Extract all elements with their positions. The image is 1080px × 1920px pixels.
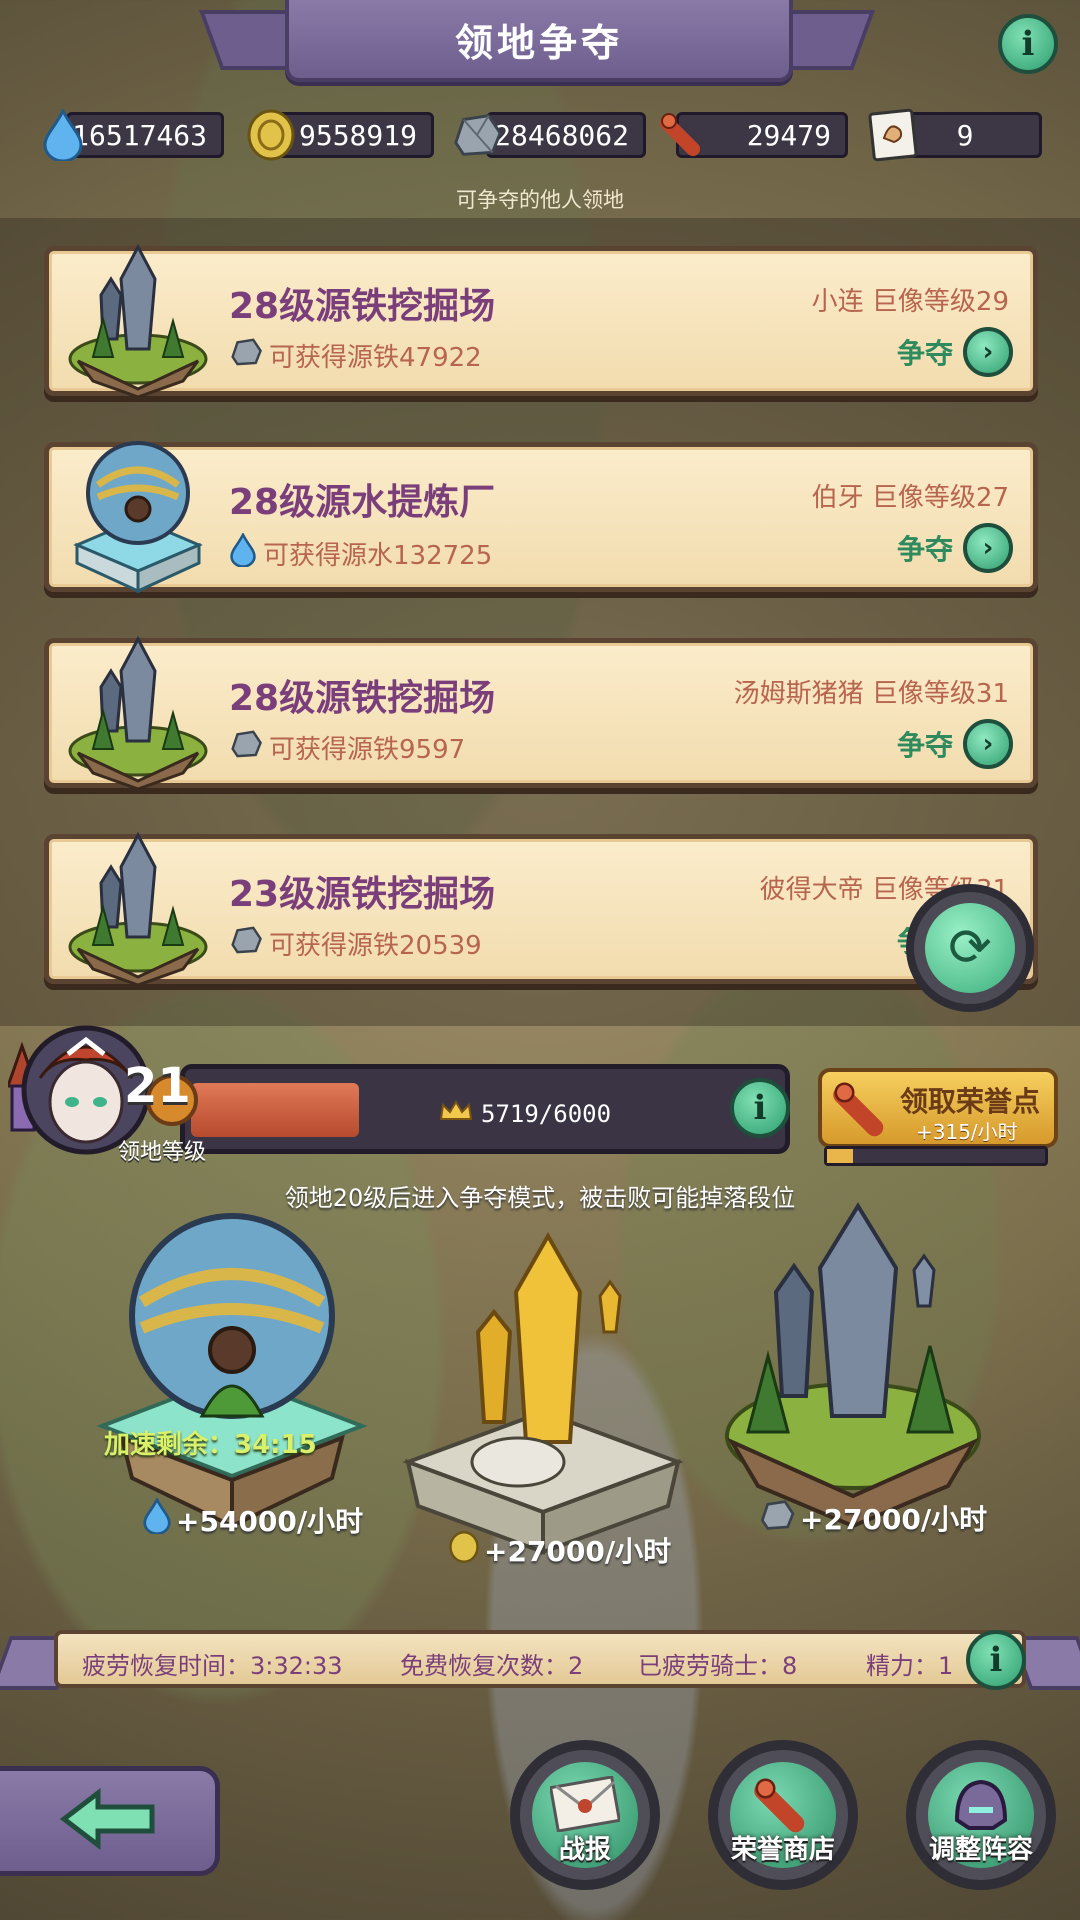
- territory-card[interactable]: 28级源铁挖掘场 可获得源铁9597 汤姆斯猪猪 巨像等级31 争夺 ›: [44, 635, 1038, 791]
- claim-honor-label: 领取荣誉点: [900, 1085, 1041, 1118]
- free-recovery-count: 免费恢复次数：2: [400, 1652, 584, 1680]
- territory-level-number: 21: [124, 1058, 191, 1114]
- territory-title: 28级源铁挖掘场: [229, 678, 496, 719]
- chevron-right-icon[interactable]: ›: [963, 719, 1013, 769]
- water-refinery-icon: [63, 435, 213, 595]
- chevron-right-icon[interactable]: ›: [963, 327, 1013, 377]
- iron-ore-icon: [229, 729, 263, 766]
- iron-ore-icon: [229, 337, 263, 374]
- territory-title: 28级源水提炼厂: [229, 482, 496, 523]
- strength-card-icon: [866, 108, 920, 162]
- water-drop-icon: [142, 1496, 172, 1541]
- iron-ore-icon: [450, 108, 504, 162]
- territory-reward-text: 可获得源水132725: [263, 541, 493, 571]
- territory-reward-text: 可获得源铁47922: [269, 343, 482, 373]
- territory-reward-text: 可获得源铁9597: [269, 735, 466, 765]
- battle-report-button[interactable]: 战报: [510, 1740, 660, 1890]
- territory-reward: 可获得源铁20539: [229, 925, 482, 962]
- fatigue-recovery-time: 疲劳恢复时间：3:32:33: [82, 1652, 343, 1680]
- territory-card[interactable]: 23级源铁挖掘场 可获得源铁20539 彼得大帝 巨像等级31 争夺 ›: [44, 831, 1038, 987]
- iron-mine-icon: [63, 239, 213, 399]
- resource-bar: 16517463 9558919 28468062 29479 9: [0, 108, 1080, 164]
- gold-coin-icon: [244, 108, 298, 162]
- resource-iron-value: 28468062: [486, 112, 646, 158]
- gold-island-rate: +27000/小时: [448, 1530, 671, 1570]
- iron-mine-icon: [63, 631, 213, 791]
- resource-gold-value: 9558919: [276, 112, 434, 158]
- contest-button[interactable]: 争夺 ›: [897, 327, 1013, 377]
- xp-bar-fill: [191, 1083, 359, 1137]
- territory-reward-text: 可获得源铁20539: [269, 931, 482, 961]
- xp-readout: 5719/6000: [439, 1099, 611, 1129]
- iron-rate-text: +27000/小时: [800, 1503, 988, 1536]
- level-info-button[interactable]: i: [730, 1078, 790, 1138]
- territory-title: 28级源铁挖掘场: [229, 286, 496, 327]
- honor-rate: +315/小时: [916, 1120, 1018, 1144]
- adjust-lineup-label: 调整阵容: [928, 1835, 1033, 1865]
- refresh-button[interactable]: ⟳: [906, 884, 1034, 1012]
- territory-level-label: 领地等级: [118, 1140, 207, 1165]
- claim-honor-button[interactable]: 领取荣誉点 +315/小时: [818, 1068, 1058, 1148]
- iron-mine-icon: [63, 827, 213, 987]
- water-rate-text: +54000/小时: [176, 1504, 364, 1538]
- gold-rate-text: +27000/小时: [484, 1535, 672, 1568]
- territory-reward: 可获得源铁47922: [229, 337, 482, 374]
- territory-title: 23级源铁挖掘场: [229, 874, 496, 915]
- back-button[interactable]: [0, 1766, 220, 1876]
- battle-report-label: 战报: [558, 1835, 611, 1865]
- refresh-icon: ⟳: [925, 903, 1015, 993]
- territory-owner: 伯牙 巨像等级27: [811, 483, 1009, 513]
- iron-ore-icon: [758, 1499, 796, 1538]
- territory-reward: 可获得源水132725: [229, 531, 493, 574]
- status-info-button[interactable]: i: [966, 1630, 1026, 1690]
- scroll-icon: [656, 108, 710, 162]
- header-info-button[interactable]: i: [998, 14, 1058, 74]
- contest-button[interactable]: 争夺 ›: [897, 719, 1013, 769]
- honor-shop-button[interactable]: 荣誉商店: [708, 1740, 858, 1890]
- list-subtitle: 可争夺的他人领地: [456, 188, 624, 212]
- iron-island-rate: +27000/小时: [758, 1498, 987, 1538]
- water-drop-icon: [229, 531, 257, 574]
- territory-owner: 小连 巨像等级29: [811, 287, 1009, 317]
- contest-button-label: 争夺: [896, 729, 953, 762]
- xp-text: 5719/6000: [481, 1100, 612, 1128]
- page-title: 领地争夺: [285, 0, 793, 82]
- contest-button-label: 争夺: [896, 533, 953, 566]
- fatigue-status-strip: 疲劳恢复时间：3:32:33 免费恢复次数：2 已疲劳骑士：8 精力：1: [54, 1630, 1026, 1688]
- territory-xp-bar: 5719/6000: [180, 1064, 790, 1154]
- contest-button-label: 争夺: [896, 337, 953, 370]
- honor-progress-bar: [824, 1146, 1048, 1166]
- honor-progress-fill: [827, 1149, 854, 1163]
- territory-card[interactable]: 28级源铁挖掘场 可获得源铁47922 小连 巨像等级29 争夺 ›: [44, 243, 1038, 399]
- chevron-right-icon[interactable]: ›: [963, 523, 1013, 573]
- contest-button[interactable]: 争夺 ›: [897, 523, 1013, 573]
- adjust-lineup-button[interactable]: 调整阵容: [906, 1740, 1056, 1890]
- territory-owner: 汤姆斯猪猪 巨像等级31: [733, 679, 1009, 709]
- boost-remaining: 加速剩余：34:15: [104, 1430, 317, 1460]
- honor-shop-label: 荣誉商店: [730, 1835, 835, 1865]
- territory-reward: 可获得源铁9597: [229, 729, 465, 766]
- gold-coin-icon: [448, 1530, 480, 1570]
- energy-value: 精力：1: [866, 1652, 954, 1680]
- arrow-left-icon: [58, 1787, 158, 1855]
- iron-ore-icon: [229, 925, 263, 962]
- territory-card[interactable]: 28级源水提炼厂 可获得源水132725 伯牙 巨像等级27 争夺 ›: [44, 441, 1038, 594]
- water-drop-icon: [36, 108, 90, 162]
- water-island-rate: +54000/小时: [142, 1496, 364, 1541]
- crown-icon: [439, 1099, 473, 1129]
- tired-knights-count: 已疲劳骑士：8: [638, 1652, 798, 1680]
- scroll-icon: [832, 1080, 892, 1144]
